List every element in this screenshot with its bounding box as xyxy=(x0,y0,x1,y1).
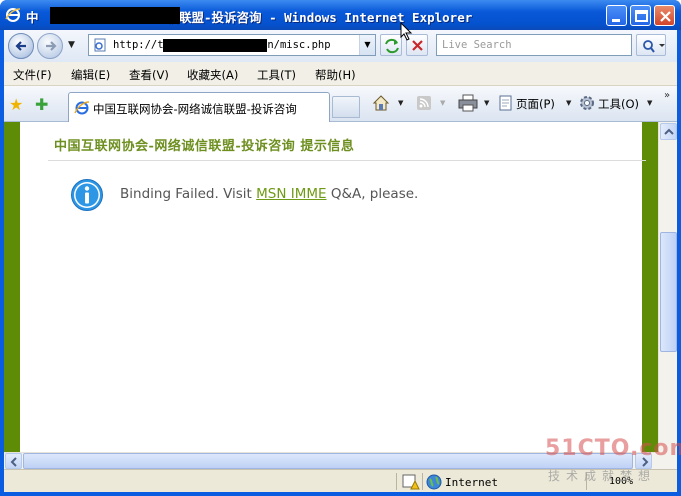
page-title: 中国互联网协会-网络诚信联盟-投诉咨询 提示信息 xyxy=(54,139,355,154)
msn-imme-link[interactable]: MSN IMME xyxy=(256,186,326,202)
url-start: http://t xyxy=(113,39,164,51)
security-zone: Internet xyxy=(445,476,498,489)
menu-help[interactable]: 帮助(H) xyxy=(315,67,356,83)
maximize-button[interactable] xyxy=(630,5,651,26)
message-text: Binding Failed. Visit xyxy=(120,186,257,202)
feeds-icon[interactable] xyxy=(416,95,432,111)
tab-command-bar: ★ ✚ 中国互联网协会-网络诚信联盟-投诉咨询 ▼ ▼ ▼ 页面(P) ▼ 工具… xyxy=(4,86,677,122)
address-field[interactable]: http://t cn/misc.php ▼ xyxy=(88,34,376,56)
page-border-right xyxy=(642,122,658,452)
forward-arrow-icon xyxy=(46,41,57,51)
ie-window: 中 信联盟-投诉咨询 - Windows Internet Explorer ▼ … xyxy=(0,0,681,496)
status-divider xyxy=(396,473,397,490)
history-dropdown-icon[interactable]: ▼ xyxy=(68,40,75,50)
tools-dropdown-icon[interactable]: ▼ xyxy=(647,99,652,107)
message-text-end: Q&A, please. xyxy=(326,186,419,202)
maximize-icon xyxy=(635,10,648,22)
search-placeholder: Live Search xyxy=(442,39,512,51)
scroll-left-button[interactable] xyxy=(5,453,22,469)
vertical-scroll-thumb[interactable] xyxy=(660,232,677,352)
menu-view[interactable]: 查看(V) xyxy=(129,67,169,83)
url-end: cn/misc.php xyxy=(261,39,331,51)
page-dropdown-icon[interactable]: ▼ xyxy=(566,99,571,107)
menu-tools[interactable]: 工具(T) xyxy=(257,67,296,83)
status-divider xyxy=(422,473,423,490)
gear-icon xyxy=(580,96,594,110)
print-dropdown-icon[interactable]: ▼ xyxy=(484,99,489,107)
close-icon xyxy=(660,11,671,22)
search-button[interactable] xyxy=(636,34,666,56)
page-menu-button[interactable]: 页面(P) xyxy=(516,96,555,112)
search-icon xyxy=(643,40,665,53)
minimize-button[interactable] xyxy=(606,5,627,26)
info-icon xyxy=(71,179,103,211)
error-message: Binding Failed. Visit MSN IMME Q&A, plea… xyxy=(120,186,418,202)
watermark-tagline: 技术成就梦想 xyxy=(548,469,657,483)
address-dropdown-icon[interactable]: ▼ xyxy=(359,35,375,55)
refresh-button[interactable] xyxy=(380,34,402,56)
back-button[interactable] xyxy=(8,33,34,59)
home-icon[interactable] xyxy=(372,94,390,112)
globe-icon xyxy=(426,474,442,490)
window-title-suffix: 信联盟-投诉咨询 - Windows Internet Explorer xyxy=(166,10,473,25)
address-toolbar: ▼ http://t cn/misc.php ▼ Live Search xyxy=(4,30,677,62)
chevron-more-icon[interactable]: » xyxy=(664,90,670,101)
tools-menu-button[interactable]: 工具(O) xyxy=(598,96,639,112)
page-menu-icon xyxy=(499,95,512,111)
menu-edit[interactable]: 编辑(E) xyxy=(71,67,110,83)
search-input[interactable]: Live Search xyxy=(436,34,632,56)
title-bar[interactable]: 中 信联盟-投诉咨询 - Windows Internet Explorer xyxy=(0,0,681,30)
favorites-star-icon[interactable]: ★ xyxy=(9,95,23,114)
mouse-cursor-icon xyxy=(400,22,413,41)
chevron-left-icon xyxy=(10,457,17,467)
menu-favorites[interactable]: 收藏夹(A) xyxy=(187,67,238,83)
page-border-left xyxy=(4,122,20,452)
back-arrow-icon xyxy=(15,41,26,51)
scroll-up-button[interactable] xyxy=(660,123,677,140)
horizontal-scroll-thumb[interactable] xyxy=(23,453,633,469)
tab-label: 中国互联网协会-网络诚信联盟-投诉咨询 xyxy=(93,102,297,116)
minimize-icon xyxy=(612,19,620,22)
feeds-dropdown-icon[interactable]: ▼ xyxy=(440,99,445,107)
menu-bar: 文件(F) 编辑(E) 查看(V) 收藏夹(A) 工具(T) 帮助(H) xyxy=(4,62,677,86)
ie-logo-icon xyxy=(5,8,21,22)
heading-divider xyxy=(48,160,646,161)
new-tab-button[interactable] xyxy=(332,96,360,118)
vertical-scrollbar[interactable] xyxy=(658,122,677,452)
redacted-url-block xyxy=(163,39,267,52)
tab-active[interactable]: 中国互联网协会-网络诚信联盟-投诉咨询 xyxy=(68,92,330,122)
close-window-button[interactable] xyxy=(654,5,675,26)
window-title-prefix: 中 xyxy=(26,10,39,25)
watermark-logo: 51CTO.com xyxy=(545,436,681,461)
page-content: 中国互联网协会-网络诚信联盟-投诉咨询 提示信息 Binding Failed.… xyxy=(4,122,677,452)
chevron-up-icon xyxy=(664,128,674,135)
redacted-title-block xyxy=(50,7,180,24)
home-dropdown-icon[interactable]: ▼ xyxy=(398,99,403,107)
forward-button[interactable] xyxy=(37,33,63,59)
menu-file[interactable]: 文件(F) xyxy=(13,67,52,83)
print-icon[interactable] xyxy=(458,94,478,112)
security-warning-icon[interactable] xyxy=(402,473,420,490)
ie-page-icon xyxy=(74,101,90,115)
page-icon xyxy=(94,38,106,52)
add-favorites-icon[interactable]: ✚ xyxy=(35,95,48,114)
